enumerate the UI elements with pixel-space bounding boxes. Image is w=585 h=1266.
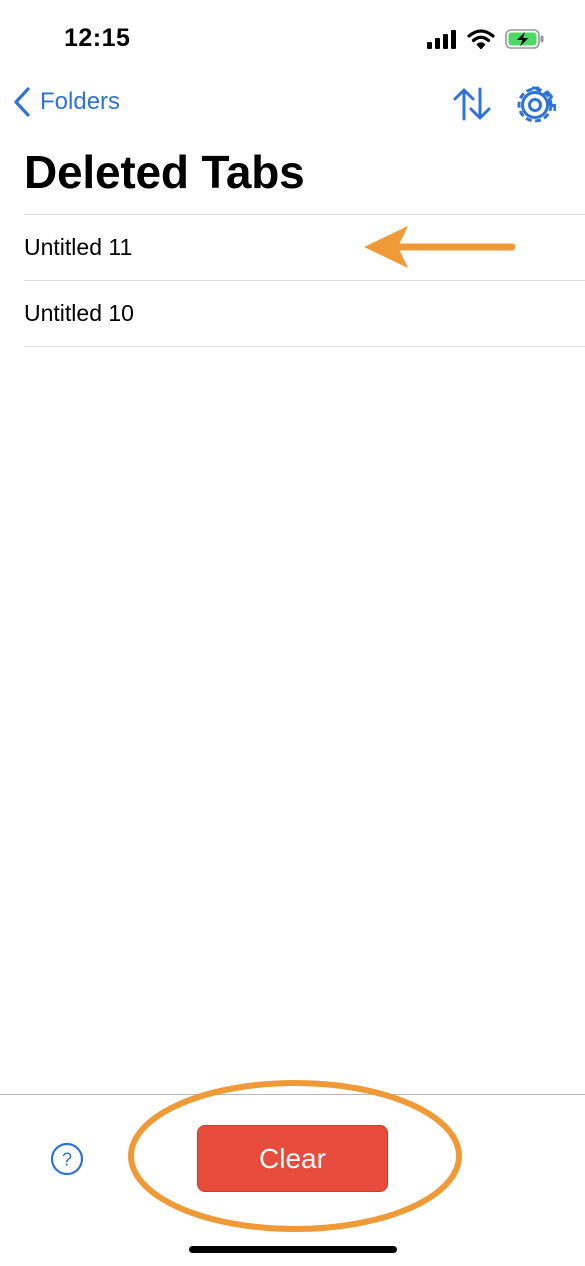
home-indicator <box>189 1246 397 1253</box>
gear-icon <box>517 86 557 123</box>
help-button[interactable]: ? <box>50 1142 84 1176</box>
status-time: 12:15 <box>64 24 131 52</box>
wifi-icon <box>467 29 495 49</box>
status-icons <box>427 28 545 50</box>
settings-button[interactable] <box>514 84 557 126</box>
battery-charging-icon <box>505 29 544 49</box>
question-circle-icon: ? <box>50 1142 84 1176</box>
annotation-arrow-icon <box>364 226 516 268</box>
sort-arrows-icon <box>453 87 491 121</box>
signal-icon <box>427 30 456 49</box>
page-title: Deleted Tabs <box>24 146 305 198</box>
list-item[interactable]: Untitled 10 <box>24 281 585 347</box>
sort-button[interactable] <box>452 84 492 124</box>
back-label: Folders <box>40 88 121 115</box>
back-button[interactable]: Folders <box>12 86 120 118</box>
svg-text:?: ? <box>62 1150 72 1170</box>
nav-bar: Folders <box>0 80 585 130</box>
status-bar: 12:15 <box>0 0 585 80</box>
clear-button[interactable]: Clear <box>197 1125 388 1192</box>
chevron-left-icon <box>14 87 30 117</box>
